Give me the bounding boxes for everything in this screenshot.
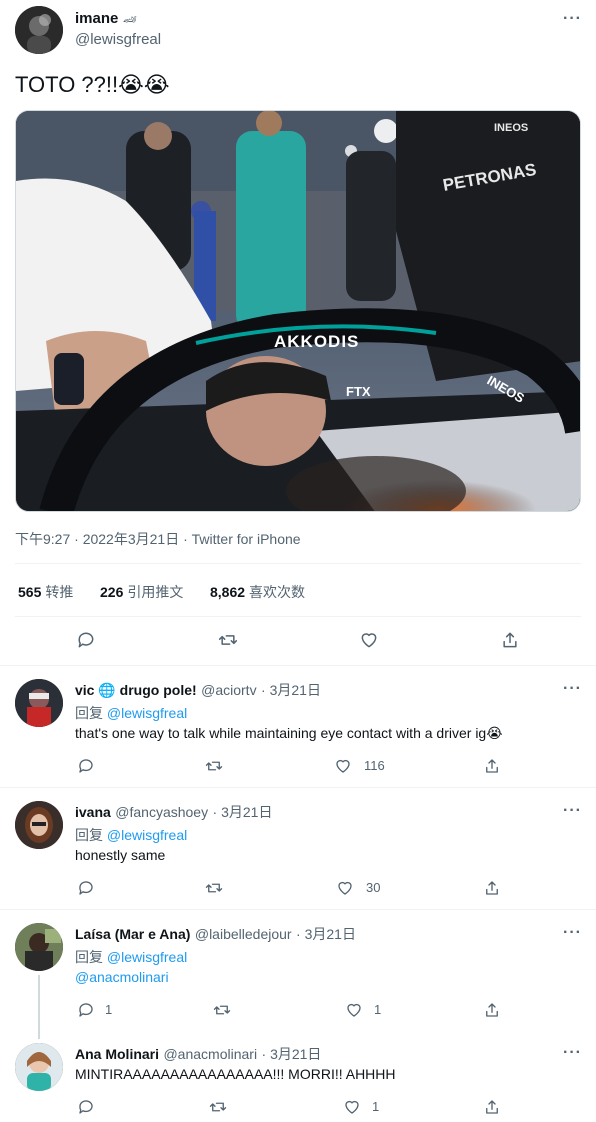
reply-text: MINTIRAAAAAAAAAAAAAAAA!!! MORRI!! AHHHH bbox=[75, 1066, 396, 1082]
retweet-icon[interactable] bbox=[211, 999, 233, 1021]
retweet-icon[interactable] bbox=[203, 877, 225, 899]
reply-date[interactable]: · 3月21日 bbox=[213, 804, 273, 820]
like-icon[interactable] bbox=[332, 755, 354, 777]
divider bbox=[15, 616, 581, 617]
divider bbox=[15, 563, 581, 564]
reply-icon[interactable] bbox=[75, 999, 97, 1021]
replying-to: 回复 @lewisgfreal bbox=[75, 947, 187, 967]
replying-to: 回复 @lewisgfreal bbox=[75, 703, 187, 723]
share-icon[interactable] bbox=[499, 629, 521, 651]
photo-image: PETRONAS INEOS AKKODIS INEOS FTX bbox=[16, 111, 580, 511]
reply-text: honestly same bbox=[75, 847, 166, 863]
reply-avatar[interactable] bbox=[15, 679, 63, 727]
tweet-timestamp[interactable]: 下午9:27 · 2022年3月21日 · Twitter for iPhone bbox=[15, 529, 301, 549]
divider bbox=[0, 909, 596, 910]
share-icon[interactable] bbox=[481, 999, 503, 1021]
author-badge: 🏎 bbox=[122, 14, 137, 26]
retweets-label: 转推 bbox=[45, 584, 74, 600]
stat-quotes[interactable]: 226 引用推文 bbox=[100, 582, 183, 602]
more-icon[interactable]: ··· bbox=[563, 680, 582, 698]
tweet-photo[interactable]: PETRONAS INEOS AKKODIS INEOS FTX bbox=[15, 110, 581, 512]
reply-count: 1 bbox=[105, 1002, 113, 1017]
reply-name[interactable]: Laísa (Mar e Ana) bbox=[75, 926, 190, 942]
reply-icon[interactable] bbox=[75, 755, 97, 777]
reply-handle[interactable]: @fancyashoey bbox=[115, 804, 208, 820]
divider bbox=[0, 787, 596, 788]
reply-to-link[interactable]: @lewisgfreal bbox=[107, 949, 187, 965]
divider bbox=[0, 665, 596, 666]
reply-avatar[interactable] bbox=[15, 801, 63, 849]
retweet-icon[interactable] bbox=[203, 755, 225, 777]
like-icon[interactable] bbox=[334, 877, 356, 899]
reply-text: that's one way to talk while maintaining… bbox=[75, 725, 503, 741]
tweet-text: TOTO ??!!😭😭 bbox=[15, 72, 170, 97]
photo-halo-text: AKKODIS bbox=[274, 332, 359, 351]
reply-handle[interactable]: @aciortv bbox=[201, 682, 256, 698]
reply-avatar[interactable] bbox=[15, 923, 63, 971]
reply-avatar[interactable] bbox=[15, 1043, 63, 1091]
like-count: 116 bbox=[364, 758, 385, 773]
reply-prefix: 回复 bbox=[75, 949, 103, 965]
reply-to-link[interactable]: @lewisgfreal bbox=[107, 827, 187, 843]
reply-prefix: 回复 bbox=[75, 827, 103, 843]
more-icon[interactable]: ··· bbox=[563, 1044, 582, 1062]
share-icon[interactable] bbox=[481, 877, 503, 899]
reply-date[interactable]: · 3月21日 bbox=[296, 926, 356, 942]
more-icon[interactable]: ··· bbox=[563, 924, 582, 942]
reply-header: Laísa (Mar e Ana) @laibelledejour · 3月21… bbox=[75, 924, 356, 944]
retweet-icon[interactable] bbox=[207, 1096, 229, 1118]
svg-text:INEOS: INEOS bbox=[494, 122, 528, 134]
share-icon[interactable] bbox=[481, 1096, 503, 1118]
reply-date[interactable]: · 3月21日 bbox=[262, 1046, 322, 1062]
reply-name[interactable]: ivana bbox=[75, 804, 111, 820]
quotes-count: 226 bbox=[100, 584, 124, 600]
reply-header: vic 🌐 drugo pole! @aciortv · 3月21日 bbox=[75, 680, 321, 700]
reply-to-link[interactable]: @lewisgfreal bbox=[107, 705, 187, 721]
photo-ftx-text: FTX bbox=[346, 384, 371, 399]
like-icon[interactable] bbox=[341, 1096, 363, 1118]
reply-name[interactable]: vic 🌐 drugo pole! bbox=[75, 682, 197, 698]
author-handle[interactable]: @lewisgfreal bbox=[75, 31, 161, 48]
reply-date[interactable]: · 3月21日 bbox=[261, 682, 321, 698]
reply-header: ivana @fancyashoey · 3月21日 bbox=[75, 802, 272, 822]
author-avatar[interactable] bbox=[15, 6, 63, 54]
reply-icon[interactable] bbox=[75, 877, 97, 899]
reply-prefix: 回复 bbox=[75, 705, 103, 721]
share-icon[interactable] bbox=[481, 755, 503, 777]
reply-icon[interactable] bbox=[75, 629, 97, 651]
like-icon[interactable] bbox=[343, 999, 365, 1021]
reply-name[interactable]: Ana Molinari bbox=[75, 1046, 159, 1062]
like-count: 1 bbox=[374, 1002, 382, 1017]
likes-label: 喜欢次数 bbox=[249, 584, 306, 600]
like-count: 30 bbox=[366, 880, 381, 895]
more-icon[interactable]: ··· bbox=[563, 10, 582, 28]
more-icon[interactable]: ··· bbox=[563, 802, 582, 820]
like-icon[interactable] bbox=[358, 629, 380, 651]
reply-icon[interactable] bbox=[75, 1096, 97, 1118]
likes-count: 8,862 bbox=[210, 584, 246, 600]
like-count: 1 bbox=[372, 1099, 380, 1114]
stat-retweets[interactable]: 565 转推 bbox=[18, 582, 73, 602]
replying-to: 回复 @lewisgfreal bbox=[75, 825, 187, 845]
author-name[interactable]: imane bbox=[75, 10, 118, 27]
reply-header: Ana Molinari @anacmolinari · 3月21日 bbox=[75, 1044, 321, 1064]
reply-handle[interactable]: @laibelledejour bbox=[195, 926, 292, 942]
stat-likes[interactable]: 8,862 喜欢次数 bbox=[210, 582, 305, 602]
thread-line bbox=[38, 975, 40, 1039]
quotes-label: 引用推文 bbox=[127, 584, 184, 600]
retweets-count: 565 bbox=[18, 584, 42, 600]
reply-text[interactable]: @anacmolinari bbox=[75, 969, 169, 985]
retweet-icon[interactable] bbox=[217, 629, 239, 651]
reply-handle[interactable]: @anacmolinari bbox=[163, 1046, 257, 1062]
